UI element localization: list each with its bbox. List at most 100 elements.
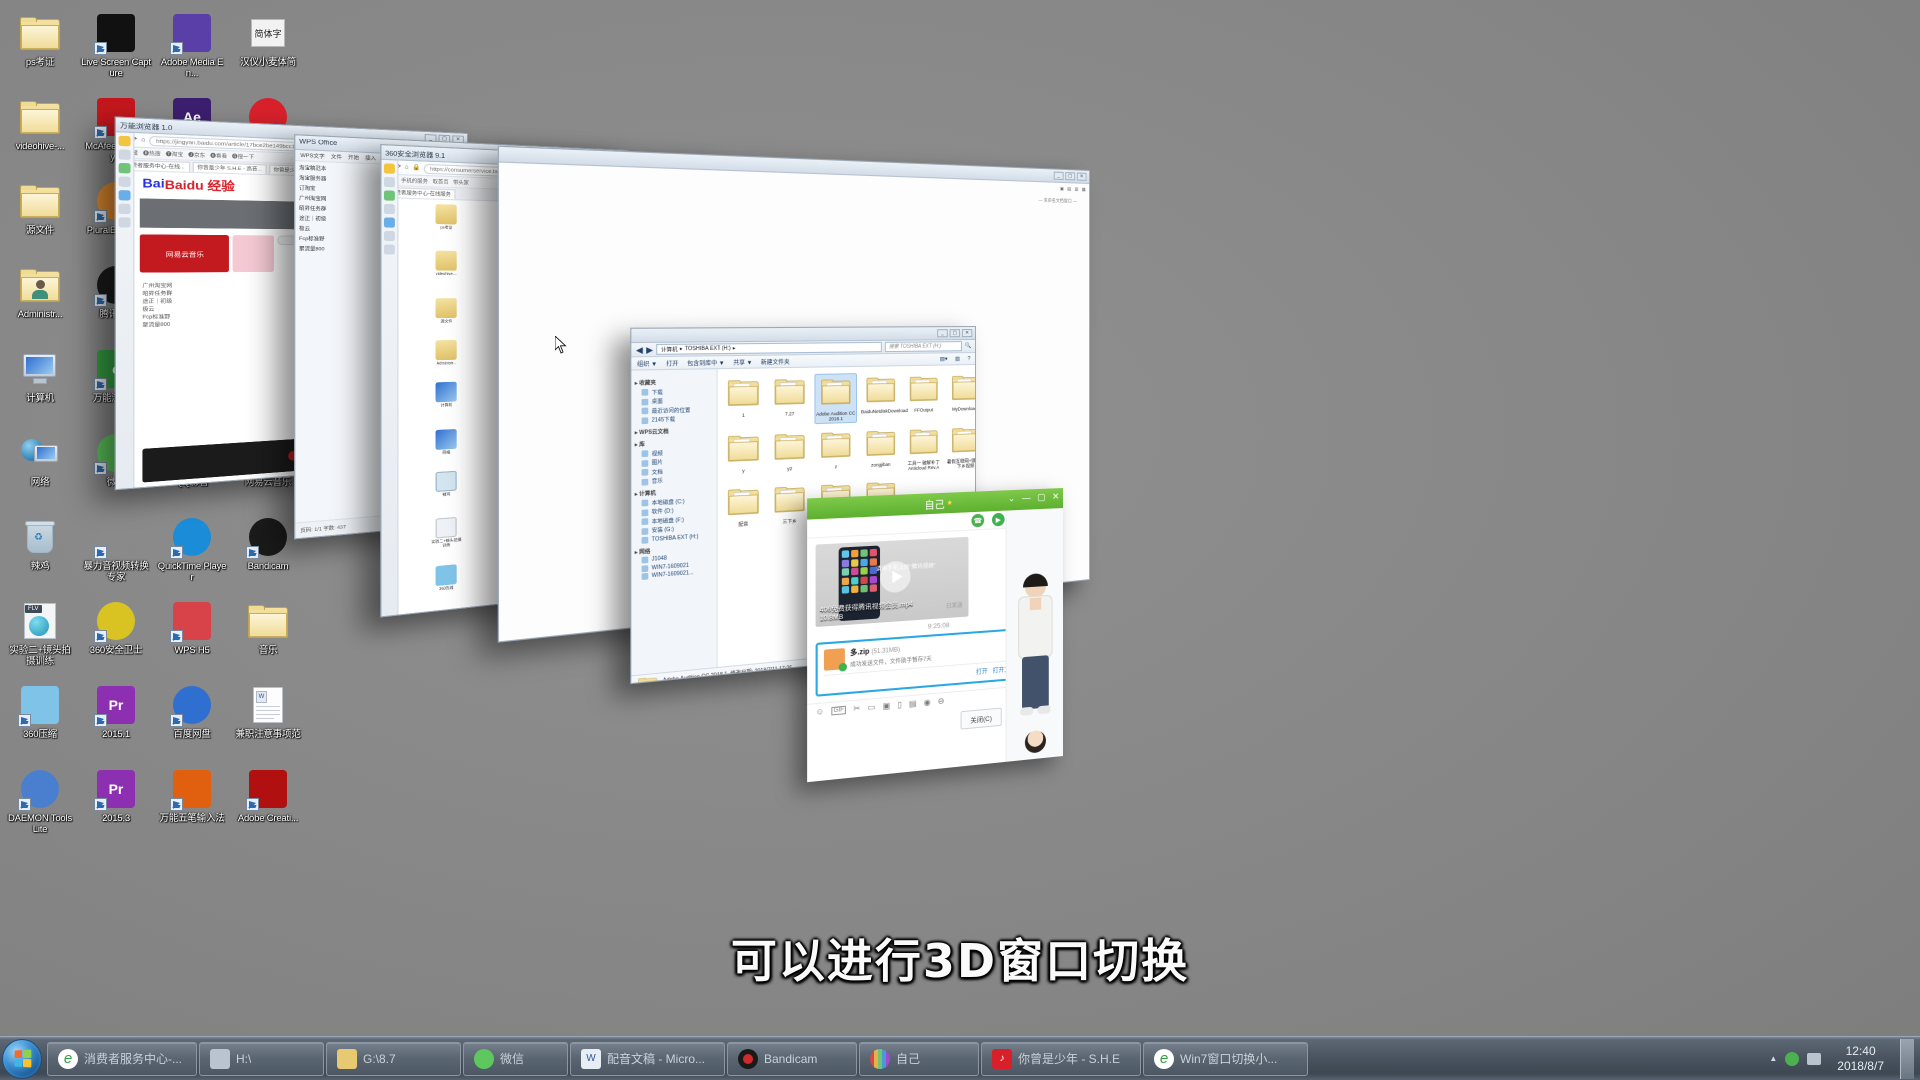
help-icon[interactable]: ? — [968, 356, 971, 362]
video-call-icon[interactable]: ▶ — [992, 512, 1005, 527]
menu-wps[interactable]: WPS文字 — [300, 152, 324, 160]
nav-pane-item[interactable]: 音乐 — [635, 475, 714, 486]
desktop[interactable]: ps考证 Live Screen Capture Adobe Media En...… — [0, 0, 1920, 1080]
file-list-item[interactable]: 7.27 — [769, 374, 811, 425]
file-list-item[interactable]: 1 — [722, 375, 765, 427]
dock-star-icon[interactable] — [383, 163, 395, 174]
bookmark-item[interactable]: 取首页 — [433, 178, 449, 185]
dock-note-icon[interactable] — [118, 203, 131, 215]
forward-icon[interactable]: ▶ — [646, 345, 653, 355]
gallery-icon-item[interactable]: 360压缩 — [403, 561, 488, 610]
dock-search-icon[interactable] — [118, 176, 131, 187]
taskbar-button[interactable]: ♪ 你曾是少年 - S.H.E — [981, 1041, 1141, 1076]
toolbar-icon[interactable]: ▣ — [1060, 186, 1064, 192]
close-icon[interactable]: ✕ — [1052, 491, 1059, 502]
dock-clock-icon[interactable] — [383, 176, 395, 188]
system-tray[interactable]: ▲ 12:40 2018/8/7 — [1769, 1038, 1920, 1079]
file-list-item[interactable]: y — [722, 430, 765, 481]
flip3d-window-stack[interactable]: 万能浏览器 1.0 _▢✕ ← ⟳ ⌂ https://jingyan.baid… — [0, 0, 1920, 1030]
toolbar-icon[interactable]: ▦ — [1082, 187, 1086, 193]
menu-start[interactable]: 开始 — [348, 154, 359, 161]
toolbar-icon[interactable]: ▥ — [1075, 186, 1079, 192]
gallery-icon-item[interactable]: 实验二+镜头拍摄训练 — [403, 515, 488, 567]
file-list-item[interactable]: MyDownloads — [947, 371, 976, 420]
breadcrumb-item[interactable]: 计算机 — [661, 345, 678, 353]
gallery-icon-item[interactable]: 辣鸡 — [403, 469, 488, 519]
bookmark-item[interactable]: 带头家 — [453, 179, 469, 186]
favorites-group[interactable]: ▸ 收藏夹 — [635, 378, 714, 387]
flip-window-qq-chat[interactable]: 自己 ★ ⌄ — ▢ ✕ ☎ ▶ ··· — [807, 488, 1063, 783]
start-button[interactable] — [2, 1038, 42, 1079]
video-message-card[interactable]: 请用手机上的"腾讯视频" 406免费获得腾讯视频会员.mp4 10.8MB 已发… — [815, 536, 969, 628]
open-button[interactable]: 打开 — [666, 358, 678, 368]
preview-pane-icon[interactable]: ▥ — [955, 356, 960, 362]
gallery-icon-item[interactable]: Administr... — [403, 339, 488, 381]
clock[interactable]: 12:40 2018/8/7 — [1829, 1044, 1892, 1074]
taskbar[interactable]: e 消费者服务中心-... H:\ G:\8.7 微信 W 配音文稿 - Micro... B… — [0, 1036, 1920, 1080]
bookmark-item[interactable]: 手机的服务 — [401, 177, 428, 185]
dock-star-icon[interactable] — [118, 135, 131, 147]
taskbar-button[interactable]: 微信 — [463, 1041, 568, 1076]
bookmark-item[interactable]: 🅚看看 — [210, 152, 227, 159]
taskbar-buttons[interactable]: e 消费者服务中心-... H:\ G:\8.7 微信 W 配音文稿 - Micro... B… — [46, 1041, 1309, 1076]
taskbar-button[interactable]: Bandicam — [727, 1041, 857, 1076]
browser-side-dock[interactable] — [115, 132, 135, 490]
nav-pane-item[interactable]: 下载 — [635, 387, 714, 396]
dock-screenshot-icon[interactable] — [383, 244, 395, 255]
bookmark-item[interactable]: 🅡热搜 — [143, 150, 161, 157]
emoji-icon[interactable]: ☺ — [816, 707, 825, 717]
taskbar-button[interactable]: e Win7窗口切换小... — [1143, 1041, 1308, 1076]
dock-screenshot-icon[interactable] — [118, 217, 131, 228]
bookmark-item[interactable]: 🅣淘宝 — [166, 150, 183, 157]
dock-mail-icon[interactable] — [383, 190, 395, 201]
browser-side-dock[interactable] — [381, 159, 399, 617]
window-mini-toolbar[interactable]: ▣ ▤ ▥ ▦ — [1060, 186, 1086, 193]
qq-window-controls[interactable]: ⌄ — ▢ ✕ — [1008, 491, 1059, 504]
new-folder-button[interactable]: 新建文件夹 — [761, 357, 790, 366]
file-list-item[interactable]: z — [814, 427, 857, 476]
file-list-item[interactable]: BaiduNetdiskDownload — [861, 372, 908, 422]
browser-tab[interactable]: 你曾是少年 S.H.E - 高音... — [192, 161, 267, 174]
wps-cloud-group[interactable]: ▸ WPS云文档 — [635, 426, 714, 437]
bookmark-item[interactable]: 🅖搜一下 — [232, 153, 254, 160]
taskbar-button[interactable]: 自己 — [859, 1041, 979, 1076]
minimize-icon[interactable]: — — [1022, 492, 1031, 503]
breadcrumb-item[interactable]: TOSHIBA EXT (H:) — [685, 345, 731, 352]
explorer-navigation-pane[interactable]: ▸ 收藏夹 下载 桌面 最近访问的位置 2145下载 ▸ WPS云文档 ▸ 库视频 图片 文档音… — [631, 369, 718, 676]
dock-grid-icon[interactable] — [383, 230, 395, 242]
collapse-icon[interactable]: ⌄ — [1008, 493, 1015, 504]
browser-tray-icon[interactable] — [1785, 1051, 1800, 1066]
taskbar-button[interactable]: G:\8.7 — [326, 1041, 461, 1076]
qq-avatar-panel[interactable] — [1005, 508, 1063, 762]
gallery-icon-item[interactable]: 计算机 — [403, 381, 488, 429]
scissors-icon[interactable]: ✂ — [853, 703, 860, 713]
breadcrumb[interactable]: 计算机 ▸ TOSHIBA EXT (H:) ▸ — [656, 341, 882, 355]
nav-pane-item[interactable]: 桌面 — [635, 396, 714, 406]
show-desktop-button[interactable] — [1900, 1038, 1914, 1079]
view-layout-icon[interactable]: ▤▾ — [940, 356, 948, 362]
menu-file[interactable]: 文件 — [331, 153, 342, 160]
dock-cloud-icon[interactable] — [383, 217, 395, 228]
gallery-icon-item[interactable]: 源文件 — [403, 297, 488, 339]
home-icon[interactable]: ⌂ — [141, 137, 145, 144]
gif-icon[interactable]: GIF — [831, 705, 847, 715]
window-controls[interactable]: _▢✕ — [937, 329, 973, 338]
tray-expand-icon[interactable]: ▲ — [1769, 1054, 1777, 1063]
dock-cloud-icon[interactable] — [118, 190, 131, 201]
dock-mail-icon[interactable] — [118, 162, 131, 174]
ad-thumb[interactable] — [232, 235, 274, 273]
folder-icon[interactable]: ▭ — [868, 702, 876, 712]
window-controls[interactable]: _▢✕ — [1053, 171, 1087, 181]
nav-pane-item[interactable]: 最近访问的位置 — [635, 405, 714, 415]
file-list-item[interactable]: FFOutput — [904, 372, 943, 421]
calendar-icon[interactable]: ▤ — [909, 699, 917, 709]
include-in-library-button[interactable]: 包含到库中 ▼ — [687, 358, 724, 367]
shake-icon[interactable]: ▯ — [897, 700, 901, 710]
gallery-icon-item[interactable]: 网络 — [403, 427, 488, 472]
ring-icon[interactable]: ◉ — [924, 697, 931, 707]
share-button[interactable]: 共享 ▼ — [733, 357, 752, 367]
file-list-item[interactable]: 暑假互联网+镜头三下乡视频 — [947, 423, 976, 470]
back-icon[interactable]: ◀ — [636, 345, 643, 355]
file-list-item[interactable]: 三下乡 — [769, 480, 811, 525]
phone-icon[interactable]: ☎ — [971, 513, 985, 528]
